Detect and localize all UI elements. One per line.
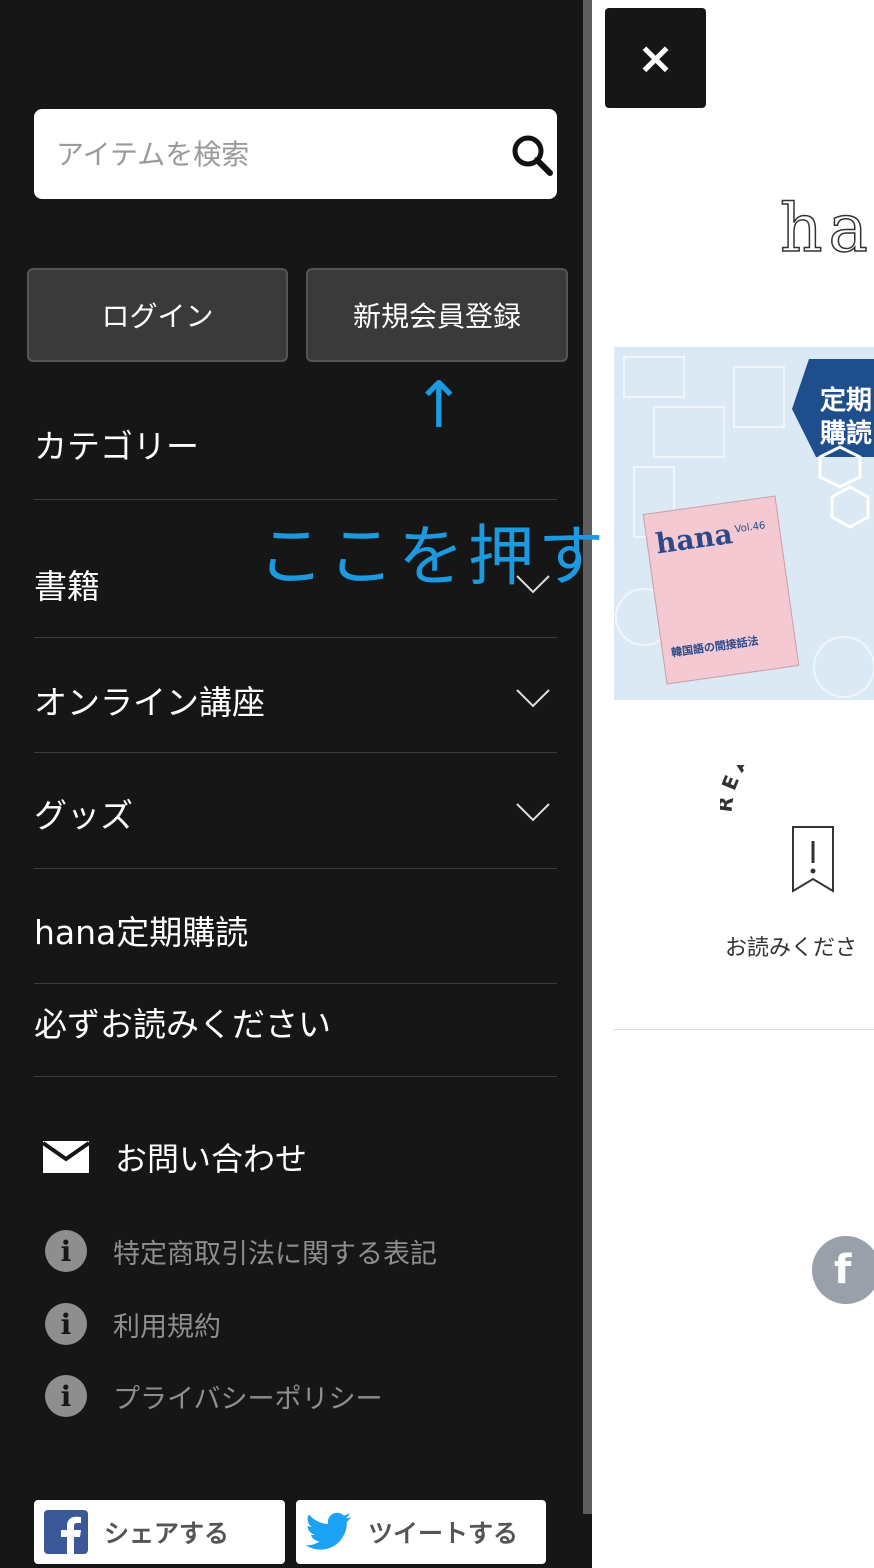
info-icon: i — [45, 1375, 87, 1417]
menu-item-must-read[interactable]: 必ずお読みください — [34, 998, 331, 1046]
facebook-icon — [44, 1510, 88, 1554]
magazine-subtitle: 韓国語の間接話法 — [670, 634, 760, 660]
search-box — [34, 109, 557, 199]
divider — [34, 752, 557, 753]
banner-badge-text: 定期 購読 — [820, 386, 873, 449]
navigation-drawer: ログイン 新規会員登録 カテゴリー 書籍 オンライン講座 グッズ hana定期購… — [0, 0, 583, 1568]
menu-item-books[interactable]: 書籍 — [34, 560, 100, 608]
read-me-icon[interactable]: READ M — [720, 765, 874, 905]
info-link-terms[interactable]: 利用規約 — [113, 1305, 221, 1344]
menu-item-goods[interactable]: グッズ — [34, 789, 133, 837]
register-button[interactable]: 新規会員登録 — [306, 268, 568, 362]
facebook-share-button[interactable]: シェアする — [34, 1500, 285, 1564]
menu-item-hana-subscription[interactable]: hana定期購読 — [34, 906, 248, 954]
twitter-icon — [306, 1512, 351, 1550]
read-me-label[interactable]: お読みくださ — [725, 930, 857, 962]
search-icon[interactable] — [510, 133, 554, 177]
svg-text:READ M: READ M — [720, 765, 811, 814]
twitter-share-label: ツイートする — [368, 1519, 519, 1548]
drawer-scrollbar[interactable] — [583, 0, 592, 1568]
twitter-share-button[interactable]: ツイートする — [296, 1500, 546, 1564]
magazine-cover: hana Vol.46 韓国語の間接話法 — [642, 495, 800, 685]
login-button[interactable]: ログイン — [27, 268, 288, 362]
divider — [614, 1029, 874, 1030]
info-icon: i — [45, 1303, 87, 1345]
login-button-label: ログイン — [101, 300, 214, 333]
chevron-down-icon[interactable] — [514, 686, 552, 710]
magazine-title: hana — [653, 517, 735, 561]
magazine-volume: Vol.46 — [734, 520, 767, 536]
divider — [34, 499, 557, 500]
category-heading: カテゴリー — [34, 427, 199, 466]
site-logo[interactable]: ha — [779, 189, 874, 268]
info-link-commerce-law[interactable]: 特定商取引法に関する表記 — [113, 1232, 437, 1271]
facebook-circle-icon[interactable]: f — [812, 1236, 874, 1304]
divider — [34, 637, 557, 638]
menu-item-online-courses[interactable]: オンライン講座 — [34, 676, 265, 724]
register-button-label: 新規会員登録 — [352, 300, 521, 333]
info-icon: i — [45, 1230, 87, 1272]
drawer-edge — [583, 1514, 592, 1568]
read-me-arc-text: READ M — [720, 765, 805, 814]
divider — [34, 983, 557, 984]
annotation-arrow: ↑ — [412, 369, 466, 443]
info-link-privacy-policy[interactable]: プライバシーポリシー — [113, 1377, 382, 1416]
chevron-down-icon[interactable] — [514, 800, 552, 824]
divider — [34, 1076, 557, 1077]
subscription-banner[interactable]: 定期 購読 hana Vol.46 韓国語の間接話法 — [614, 347, 874, 700]
annotation-text: ここを押す — [258, 518, 608, 595]
facebook-share-label: シェアする — [104, 1519, 230, 1548]
close-button[interactable]: × — [605, 8, 706, 108]
contact-link[interactable]: お問い合わせ — [115, 1134, 307, 1180]
search-input[interactable] — [56, 129, 476, 179]
mail-icon[interactable] — [43, 1141, 89, 1173]
divider — [34, 868, 557, 869]
